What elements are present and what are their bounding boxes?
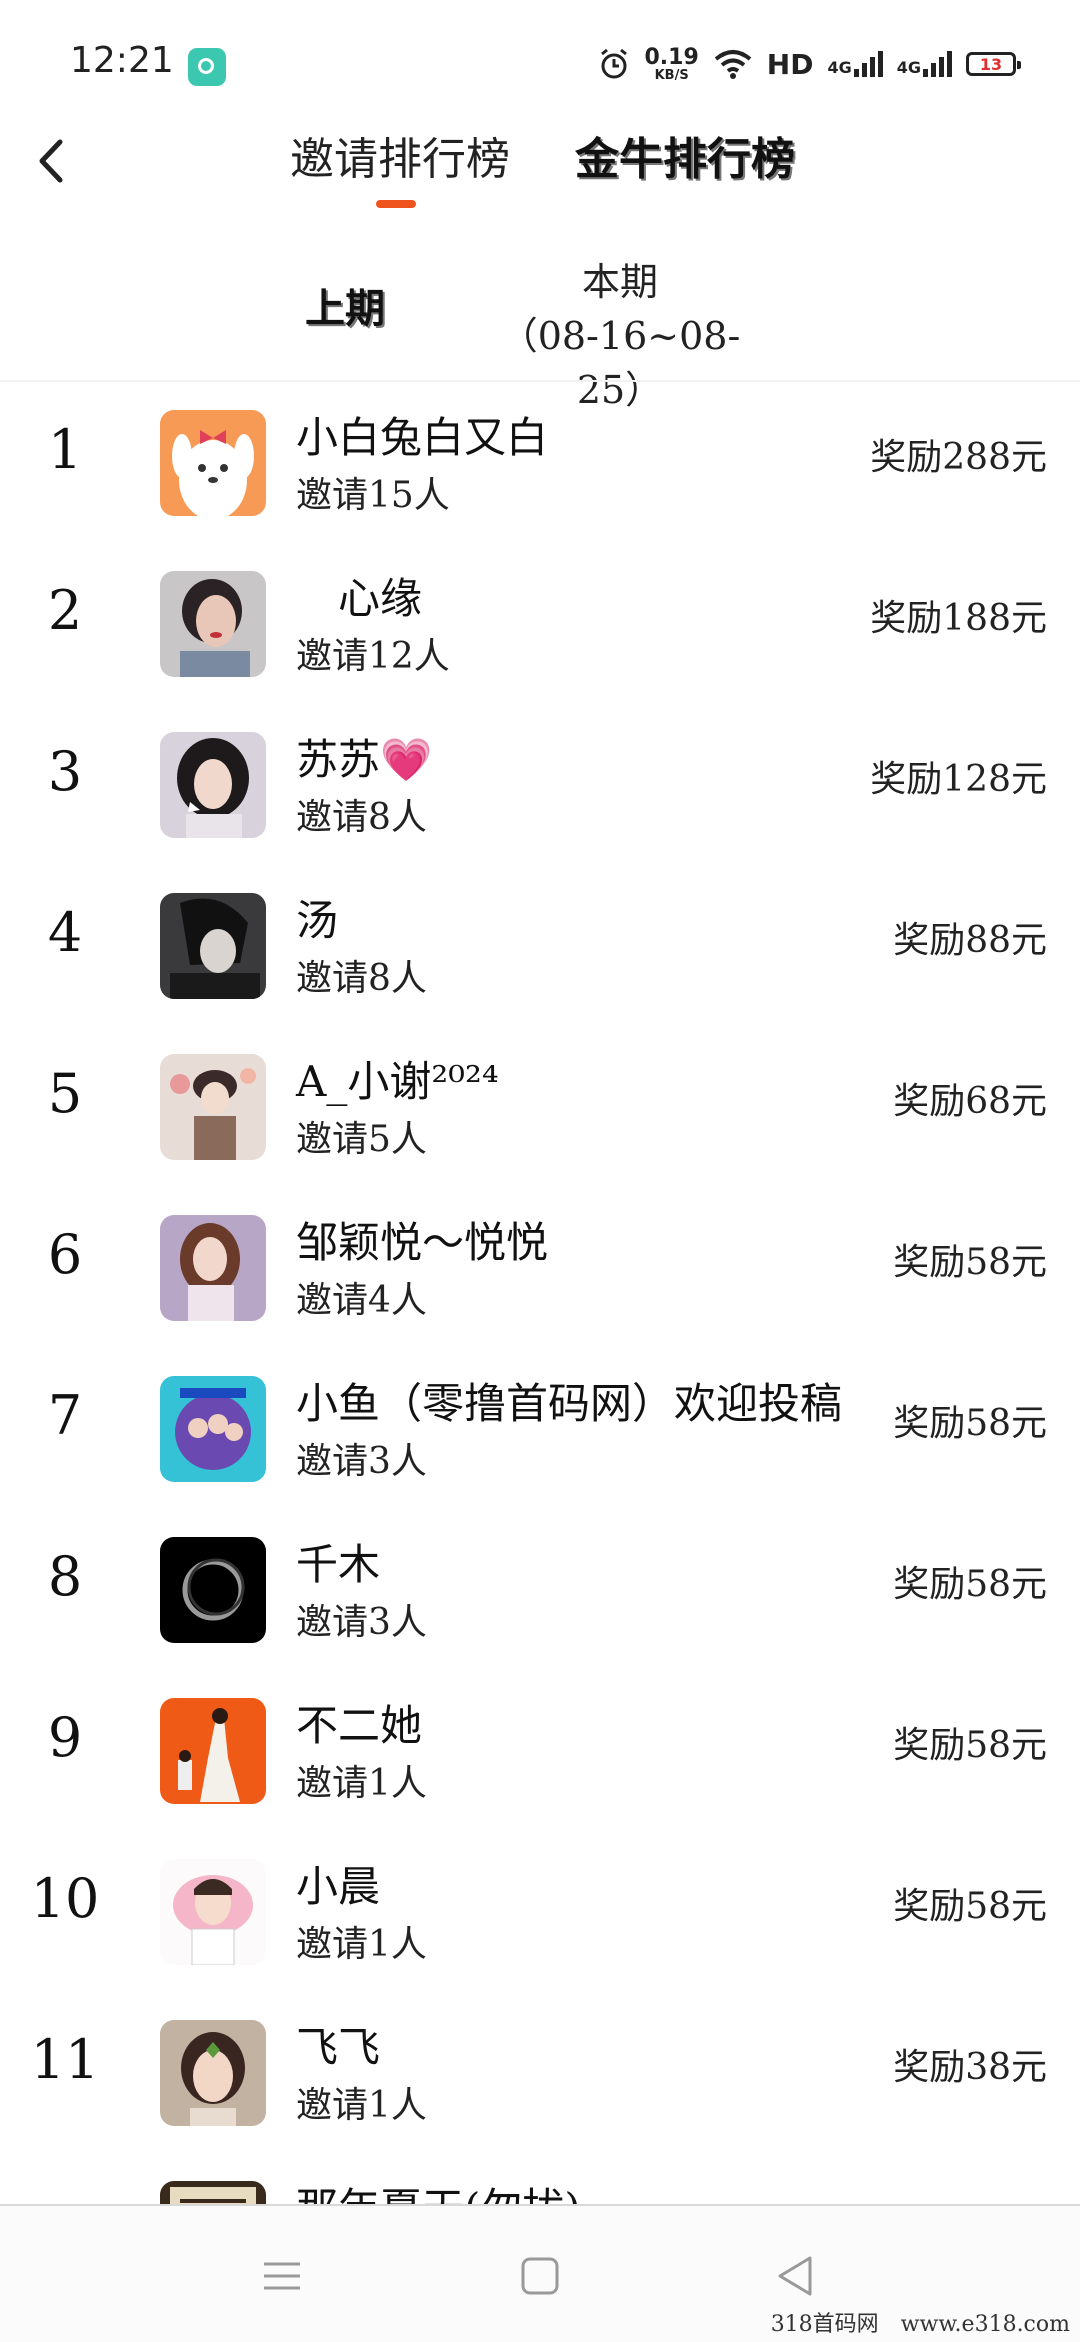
avatar	[160, 2181, 266, 2204]
rank-number: 2	[47, 579, 83, 642]
avatar	[160, 1054, 266, 1160]
user-name: 心缘	[296, 574, 423, 623]
rank-number: 8	[47, 1545, 83, 1608]
sim2-label: 4G	[896, 58, 921, 77]
invite-count: 邀请1人	[296, 1763, 427, 1804]
ranking-row[interactable]: 8 千木 邀请3人 奖励58元	[0, 1507, 1080, 1668]
user-name: 汤	[296, 896, 339, 945]
ranking-row[interactable]: 11 飞飞 邀请1人 奖励38元	[0, 1990, 1080, 2151]
signal-bars-icon	[923, 51, 952, 77]
ranking-row[interactable]: 那年夏天(勿扰)	[0, 2151, 1080, 2204]
app-notification-icon	[188, 48, 226, 86]
avatar	[160, 1698, 266, 1804]
reward-amount: 奖励58元	[893, 1242, 1047, 1283]
net-speed-value: 0.19	[644, 44, 699, 70]
status-icons: 0.19 KB/S HD 4G 4G 13	[597, 44, 1021, 84]
rank-number: 9	[47, 1706, 83, 1769]
reward-amount: 奖励188元	[870, 598, 1047, 639]
sim2-signal: 4G	[897, 51, 952, 77]
net-speed: 0.19 KB/S	[644, 44, 699, 83]
avatar	[160, 893, 266, 999]
ranking-row[interactable]: 3 苏苏💗 邀请8人 奖励128元	[0, 702, 1080, 863]
rank-number: 11	[30, 2028, 100, 2091]
signal-bars-icon	[853, 51, 883, 77]
reward-amount: 奖励68元	[893, 1081, 1047, 1122]
period-current-label: 本期	[581, 260, 658, 304]
reward-amount: 奖励128元	[870, 759, 1047, 800]
invite-count: 邀请1人	[296, 2085, 427, 2126]
user-name: 小鱼（零撸首码网）欢迎投稿	[296, 1379, 843, 1428]
reward-amount: 奖励58元	[893, 1564, 1047, 1605]
invite-count: 邀请3人	[296, 1602, 427, 1643]
rank-number: 3	[47, 740, 83, 803]
rank-number: 1	[47, 418, 83, 481]
period-previous-button[interactable]: 上期	[305, 276, 385, 334]
battery-icon: 13	[966, 52, 1021, 76]
net-speed-unit: KB/S	[654, 67, 689, 83]
ranking-row[interactable]: 5 A_小谢²⁰²⁴ 邀请5人 奖励68元	[0, 1024, 1080, 1185]
avatar	[160, 732, 266, 838]
user-name: 苏苏💗	[296, 735, 433, 784]
avatar	[160, 1215, 266, 1321]
active-tab-indicator	[376, 200, 416, 208]
reward-amount: 奖励38元	[893, 2047, 1047, 2088]
user-name: 不二她	[296, 1701, 423, 1750]
reward-amount: 奖励58元	[893, 1725, 1047, 1766]
user-name: A_小谢²⁰²⁴	[296, 1057, 499, 1106]
status-bar: 12:21 0.19 KB/S HD 4G 4G 13	[0, 0, 1080, 120]
ranking-row[interactable]: 7 小鱼（零撸首码网）欢迎投稿 邀请3人 奖励58元	[0, 1346, 1080, 1507]
wifi-icon	[714, 50, 752, 79]
invite-count: 邀请12人	[296, 636, 450, 677]
invite-count: 邀请15人	[296, 475, 450, 516]
status-time: 12:21	[70, 40, 174, 81]
user-name: 千木	[296, 1540, 381, 1589]
invite-count: 邀请1人	[296, 1924, 427, 1965]
reward-amount: 奖励58元	[893, 1886, 1047, 1927]
hd-indicator: HD	[766, 47, 814, 81]
sim1-signal: 4G	[827, 51, 883, 77]
system-nav-bar: 318首码网 www.e318.com	[0, 2204, 1080, 2342]
tab-golden-bull-ranking[interactable]: 金牛排行榜	[575, 130, 795, 190]
invite-count: 邀请8人	[296, 958, 427, 999]
tab-invite-ranking[interactable]: 邀请排行榜	[290, 130, 510, 190]
ranking-row[interactable]: 6 邹颖悦～悦悦 邀请4人 奖励58元	[0, 1185, 1080, 1346]
ranking-row[interactable]: 9 不二她 邀请1人 奖励58元	[0, 1668, 1080, 1829]
user-name: 小晨	[296, 1862, 381, 1911]
avatar	[160, 2020, 266, 2126]
reward-amount: 奖励88元	[893, 920, 1047, 961]
invite-count: 邀请5人	[296, 1119, 427, 1160]
avatar	[160, 410, 266, 516]
user-name: 飞飞	[296, 2023, 381, 2072]
avatar	[160, 1537, 266, 1643]
invite-count: 邀请8人	[296, 797, 427, 838]
watermark: 318首码网 www.e318.com	[770, 2312, 1070, 2337]
user-name: 小白兔白又白	[296, 413, 549, 462]
user-name: 那年夏天(勿扰)	[296, 2175, 581, 2204]
rank-number: 10	[30, 1867, 100, 1930]
back-arrow-icon[interactable]	[22, 130, 82, 190]
rank-number: 4	[47, 901, 83, 964]
alarm-icon	[600, 48, 627, 79]
back-triangle-icon[interactable]	[766, 2246, 826, 2306]
avatar	[160, 1859, 266, 1965]
avatar	[160, 1376, 266, 1482]
rank-number: 5	[47, 1062, 83, 1125]
rank-number: 7	[47, 1384, 83, 1447]
invite-count: 邀请3人	[296, 1441, 427, 1482]
invite-count: 邀请4人	[296, 1280, 427, 1321]
ranking-row[interactable]: 10 小晨 邀请1人 奖励58元	[0, 1829, 1080, 1990]
reward-amount: 奖励288元	[870, 437, 1047, 478]
ranking-row[interactable]: 4 汤 邀请8人 奖励88元	[0, 863, 1080, 1024]
sim1-label: 4G	[827, 58, 852, 77]
ranking-row[interactable]: 1 小白兔白又白 邀请15人 奖励288元	[0, 380, 1080, 541]
reward-amount: 奖励58元	[893, 1403, 1047, 1444]
avatar	[160, 571, 266, 677]
home-icon[interactable]	[510, 2246, 570, 2306]
user-name: 邹颖悦～悦悦	[296, 1218, 549, 1267]
ranking-list[interactable]: 1 小白兔白又白 邀请15人 奖励288元 2 心缘 邀请12人 奖励188元 …	[0, 380, 1080, 2204]
battery-level: 13	[979, 54, 1003, 74]
ranking-row[interactable]: 2 心缘 邀请12人 奖励188元	[0, 541, 1080, 702]
menu-icon[interactable]	[252, 2246, 312, 2306]
rank-number: 6	[47, 1223, 83, 1286]
